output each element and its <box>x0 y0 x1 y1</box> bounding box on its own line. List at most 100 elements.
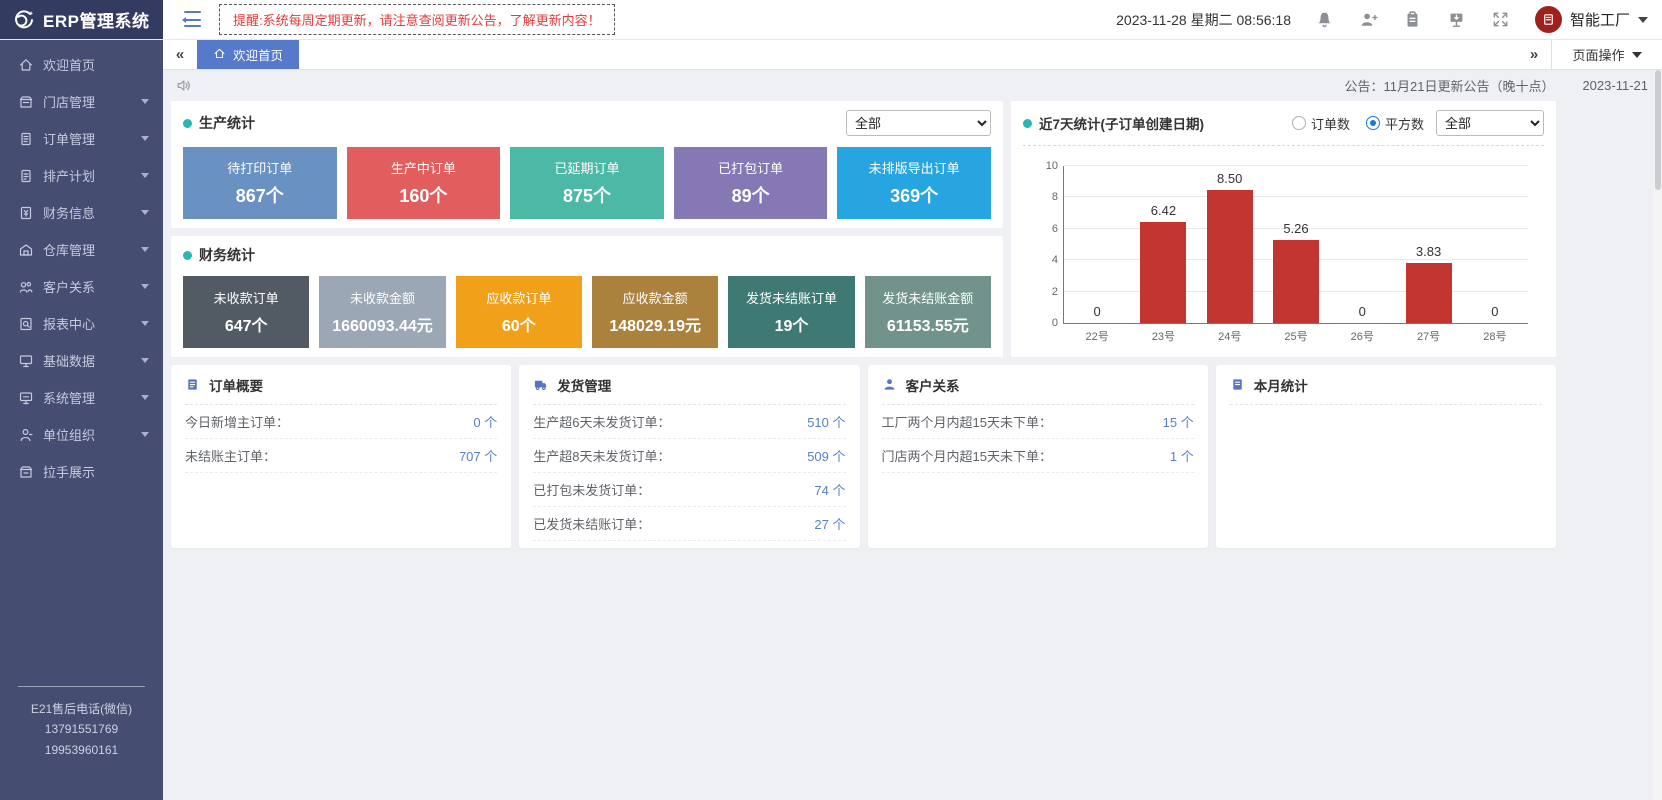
summary-row-label: 生产超8天未发货订单： <box>533 446 670 465</box>
summary-row-value[interactable]: 1 个 <box>1170 446 1194 465</box>
handle-icon <box>18 464 34 480</box>
production-stat-card[interactable]: 待打印订单867个 <box>183 147 337 219</box>
chevron-down-icon <box>141 210 149 219</box>
production-filter-select[interactable]: 全部 <box>846 110 991 136</box>
notification-bell-icon[interactable] <box>1315 10 1335 30</box>
summary-row: 生产超8天未发货订单： 509 个 <box>533 439 845 473</box>
stat-value: 647个 <box>225 312 268 336</box>
summary-row: 工厂两个月内超15天未下单：15 个 <box>882 405 1194 439</box>
scrollbar-thumb[interactable] <box>1655 70 1661 190</box>
summary-row-label: 已打包未发货订单： <box>533 480 650 499</box>
bullet-dot-icon <box>183 251 192 260</box>
summary-row-value[interactable]: 0 个 <box>473 412 497 431</box>
chevron-down-icon <box>141 321 149 330</box>
finance-stat-card[interactable]: 发货未结账订单19个 <box>728 276 854 348</box>
sidebar-item-org[interactable]: 单位组织 <box>0 416 163 453</box>
stat-label: 发货未结账金额 <box>882 288 973 307</box>
tabs-scroll-right-icon[interactable]: » <box>1517 40 1551 69</box>
sidebar-item-order[interactable]: 订单管理 <box>0 120 163 157</box>
x-axis-label: 25号 <box>1284 328 1307 344</box>
summary-row-label: 门店两个月内超15天未下单： <box>882 446 1052 465</box>
bar[interactable] <box>1140 222 1186 323</box>
user-menu[interactable]: 智能工厂 <box>1535 6 1648 33</box>
summary-row-value[interactable]: 15 个 <box>1163 412 1194 431</box>
summary-card: 本月统计 <box>1216 365 1556 548</box>
support-phone-2: 19953960161 <box>0 740 163 760</box>
finance-stat-card[interactable]: 未收款订单647个 <box>183 276 309 348</box>
sidebar-item-label: 门店管理 <box>43 92 95 111</box>
sidebar-item-label: 单位组织 <box>43 425 95 444</box>
bar[interactable] <box>1406 263 1452 323</box>
summary-row: 门店两个月内超15天未下单： 1 个 <box>882 439 1194 473</box>
finance-stats-panel: 财务统计 未收款订单647个未收款金额1660093.44元应收款订单60个应收… <box>171 236 1003 357</box>
chevron-down-icon <box>141 247 149 256</box>
summary-card: 订单概要今日新增主订单：0 个未结账主订单：707 个 <box>171 365 511 548</box>
support-phone-1: 13791551769 <box>0 719 163 739</box>
page-actions-dropdown[interactable]: 页面操作 <box>1552 40 1662 69</box>
radio-checked-icon[interactable] <box>1366 116 1380 130</box>
vertical-scrollbar[interactable] <box>1654 70 1662 800</box>
summary-card-header: 订单概要 <box>185 365 497 405</box>
bar[interactable] <box>1273 240 1319 323</box>
finance-stat-card[interactable]: 发货未结账金额61153.55元 <box>865 276 991 348</box>
user-add-icon[interactable] <box>1359 10 1379 30</box>
chart-filter-select[interactable]: 全部 <box>1436 110 1544 136</box>
sidebar-item-home[interactable]: 欢迎首页 <box>0 46 163 83</box>
clipboard-icon[interactable] <box>1403 10 1423 30</box>
x-axis-label: 24号 <box>1218 328 1241 344</box>
sidebar-item-data[interactable]: 基础数据 <box>0 342 163 379</box>
sidebar-item-customers[interactable]: 客户关系 <box>0 268 163 305</box>
summary-row-value[interactable]: 707 个 <box>459 446 497 465</box>
chevron-down-icon <box>141 432 149 441</box>
finance-stat-card[interactable]: 应收款金额148029.19元 <box>592 276 718 348</box>
bar[interactable] <box>1207 190 1253 323</box>
announcement-text[interactable]: 公告：11月21日更新公告（晚十点） <box>1344 76 1554 95</box>
stat-label: 已打包订单 <box>718 158 783 177</box>
system-reminder: 提醒:系统每周定期更新，请注意查阅更新公告，了解更新内容！ <box>219 4 615 35</box>
bar-slot: 5.2625号 <box>1263 166 1329 323</box>
sidebar-item-warehouse[interactable]: 仓库管理 <box>0 231 163 268</box>
bar-slot: 026号 <box>1329 166 1395 323</box>
summary-row-value[interactable]: 74 个 <box>814 480 845 499</box>
sidebar-item-finance[interactable]: 财务信息 <box>0 194 163 231</box>
radio-option[interactable]: 订单数 <box>1292 114 1350 133</box>
sidebar-item-handle[interactable]: 拉手展示 <box>0 453 163 490</box>
finance-stat-card[interactable]: 未收款金额1660093.44元 <box>319 276 445 348</box>
avatar <box>1535 6 1562 33</box>
sidebar-item-label: 财务信息 <box>43 203 95 222</box>
summary-row-value[interactable]: 509 个 <box>807 446 845 465</box>
bar-slot: 022号 <box>1064 166 1130 323</box>
sidebar-item-system[interactable]: 系统管理 <box>0 379 163 416</box>
production-stat-card[interactable]: 未排版导出订单369个 <box>837 147 991 219</box>
finance-stat-card[interactable]: 应收款订单60个 <box>456 276 582 348</box>
tab-welcome-home[interactable]: 欢迎首页 <box>197 40 299 69</box>
stat-value: 19个 <box>775 312 809 336</box>
production-stat-card[interactable]: 生产中订单160个 <box>347 147 501 219</box>
y-axis-tick: 0 <box>1032 317 1058 329</box>
support-phone-title: E21售后电话(微信) <box>0 699 163 719</box>
sidebar-item-label: 基础数据 <box>43 351 95 370</box>
speaker-icon[interactable] <box>175 77 192 94</box>
datetime-text: 2023-11-28 星期二 08:56:18 <box>1116 10 1291 30</box>
summary-card-header: 发货管理 <box>533 365 845 405</box>
finance-icon <box>18 205 34 221</box>
summary-row-value[interactable]: 27 个 <box>814 514 845 533</box>
app-title: ERP管理系统 <box>43 7 149 32</box>
radio-unchecked-icon[interactable] <box>1292 116 1306 130</box>
radio-option[interactable]: 平方数 <box>1366 114 1424 133</box>
production-stat-card[interactable]: 已打包订单89个 <box>674 147 828 219</box>
sidebar-item-plan[interactable]: 排产计划 <box>0 157 163 194</box>
fullscreen-icon[interactable] <box>1491 10 1511 30</box>
tabs-scroll-left-icon[interactable]: « <box>163 40 197 69</box>
sidebar-item-store[interactable]: 门店管理 <box>0 83 163 120</box>
summary-card-title: 订单概要 <box>209 375 263 395</box>
bar-value-label: 8.50 <box>1217 171 1242 186</box>
sidebar-item-report[interactable]: 报表中心 <box>0 305 163 342</box>
summary-row-value[interactable]: 510 个 <box>807 412 845 431</box>
production-stat-card[interactable]: 已延期订单875个 <box>510 147 664 219</box>
collapse-menu-icon[interactable] <box>179 11 201 29</box>
stat-label: 待打印订单 <box>227 158 292 177</box>
print-icon[interactable] <box>1447 10 1467 30</box>
stat-value: 1660093.44元 <box>332 312 433 336</box>
stat-label: 未排版导出订单 <box>869 158 960 177</box>
